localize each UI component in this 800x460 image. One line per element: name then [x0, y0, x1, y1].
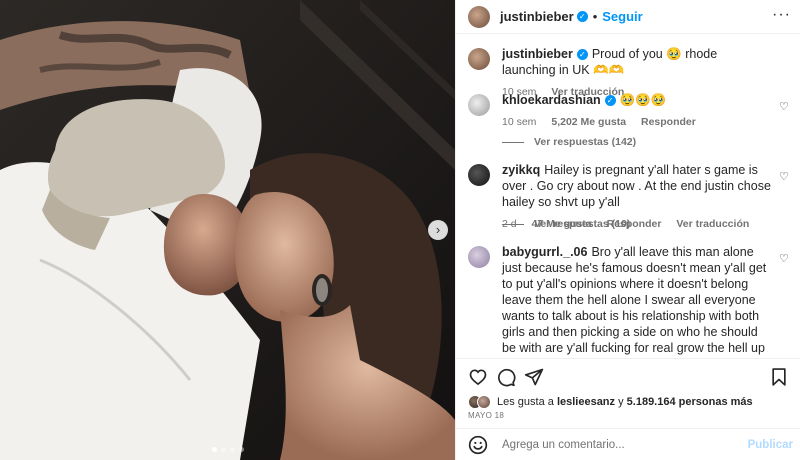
carousel-dot: [229, 447, 235, 452]
comment-username[interactable]: zyikkq: [502, 163, 540, 177]
comment-item: khloekardashian ✓ 🥹🥹🥹 10 sem 5,202 Me gust…: [468, 92, 793, 130]
instagram-post: › justinbieber ✓ • Seguir ··· justinbieb…: [0, 0, 800, 460]
verified-badge-icon: ✓: [604, 95, 616, 106]
like-comment-heart-icon[interactable]: ♡: [779, 254, 789, 265]
reply-button[interactable]: Responder: [641, 116, 696, 128]
comment-avatar[interactable]: [468, 94, 490, 116]
comment-username[interactable]: khloekardashian: [502, 93, 601, 107]
save-bookmark-icon[interactable]: [769, 367, 789, 387]
like-comment-heart-icon[interactable]: ♡: [779, 102, 789, 113]
like-heart-icon[interactable]: [468, 367, 488, 387]
publish-button[interactable]: Publicar: [748, 439, 793, 451]
view-replies-link[interactable]: Ver respuestas (142): [502, 136, 636, 148]
like-comment-heart-icon[interactable]: ♡: [779, 172, 789, 183]
caption-username[interactable]: justinbieber: [502, 47, 573, 61]
post-date: MAYO 18: [468, 411, 505, 420]
post-photo-image: [0, 0, 455, 460]
follow-button[interactable]: Seguir: [602, 9, 642, 24]
comment-time: 10 sem: [502, 116, 537, 128]
more-options-icon[interactable]: ···: [772, 7, 791, 23]
comment-text: Hailey is pregnant y'all hater s game is…: [502, 163, 771, 209]
liker-username[interactable]: leslieesanz: [557, 396, 615, 408]
next-photo-button[interactable]: ›: [428, 220, 448, 240]
post-panel: justinbieber ✓ • Seguir ··· justinbieber…: [455, 0, 800, 460]
carousel-indicator: [0, 447, 455, 452]
post-photo[interactable]: ›: [0, 0, 455, 460]
author-username[interactable]: justinbieber: [500, 9, 574, 24]
comment-username[interactable]: babygurrl._.06: [502, 245, 587, 259]
comment-bubble-icon[interactable]: [496, 367, 516, 387]
header-separator: •: [592, 9, 598, 24]
comment-likes[interactable]: 5,202 Me gusta: [551, 116, 626, 128]
comment-translate-link[interactable]: Ver traducción: [676, 218, 749, 230]
comment-avatar[interactable]: [468, 246, 490, 268]
carousel-dot: [238, 447, 244, 452]
comment-composer: Publicar: [456, 428, 800, 460]
likes-connector: y: [618, 396, 624, 408]
view-replies-link[interactable]: Ver respuestas (10): [502, 218, 630, 230]
carousel-dot: [220, 447, 226, 452]
emoji-smile-icon[interactable]: [468, 435, 488, 455]
caption-avatar[interactable]: [468, 48, 490, 70]
share-send-icon[interactable]: [524, 367, 544, 387]
liker-avatar: [477, 395, 491, 409]
carousel-dot: [211, 447, 217, 452]
comment-text: 🥹🥹🥹: [619, 93, 667, 107]
comments-list[interactable]: justinbieber ✓ Proud of you 🥹 rhode launch…: [456, 36, 800, 358]
likes-summary[interactable]: Les gusta a leslieesanz y 5.189.164 pers…: [468, 395, 753, 409]
author-avatar[interactable]: [468, 5, 490, 28]
post-actions: [456, 358, 800, 396]
comment-input[interactable]: [502, 438, 748, 451]
likes-prefix: Les gusta a: [497, 396, 554, 408]
comment-item: babygurrl._.06 Bro y'all leave this man a…: [468, 244, 793, 358]
comment-text: Bro y'all leave this man alone just beca…: [502, 245, 767, 358]
post-header: justinbieber ✓ • Seguir ···: [456, 0, 800, 34]
verified-badge-icon: ✓: [576, 11, 588, 22]
likes-others[interactable]: 5.189.164 personas más: [627, 396, 753, 408]
comment-avatar[interactable]: [468, 164, 490, 186]
verified-badge-icon: ✓: [576, 49, 588, 60]
